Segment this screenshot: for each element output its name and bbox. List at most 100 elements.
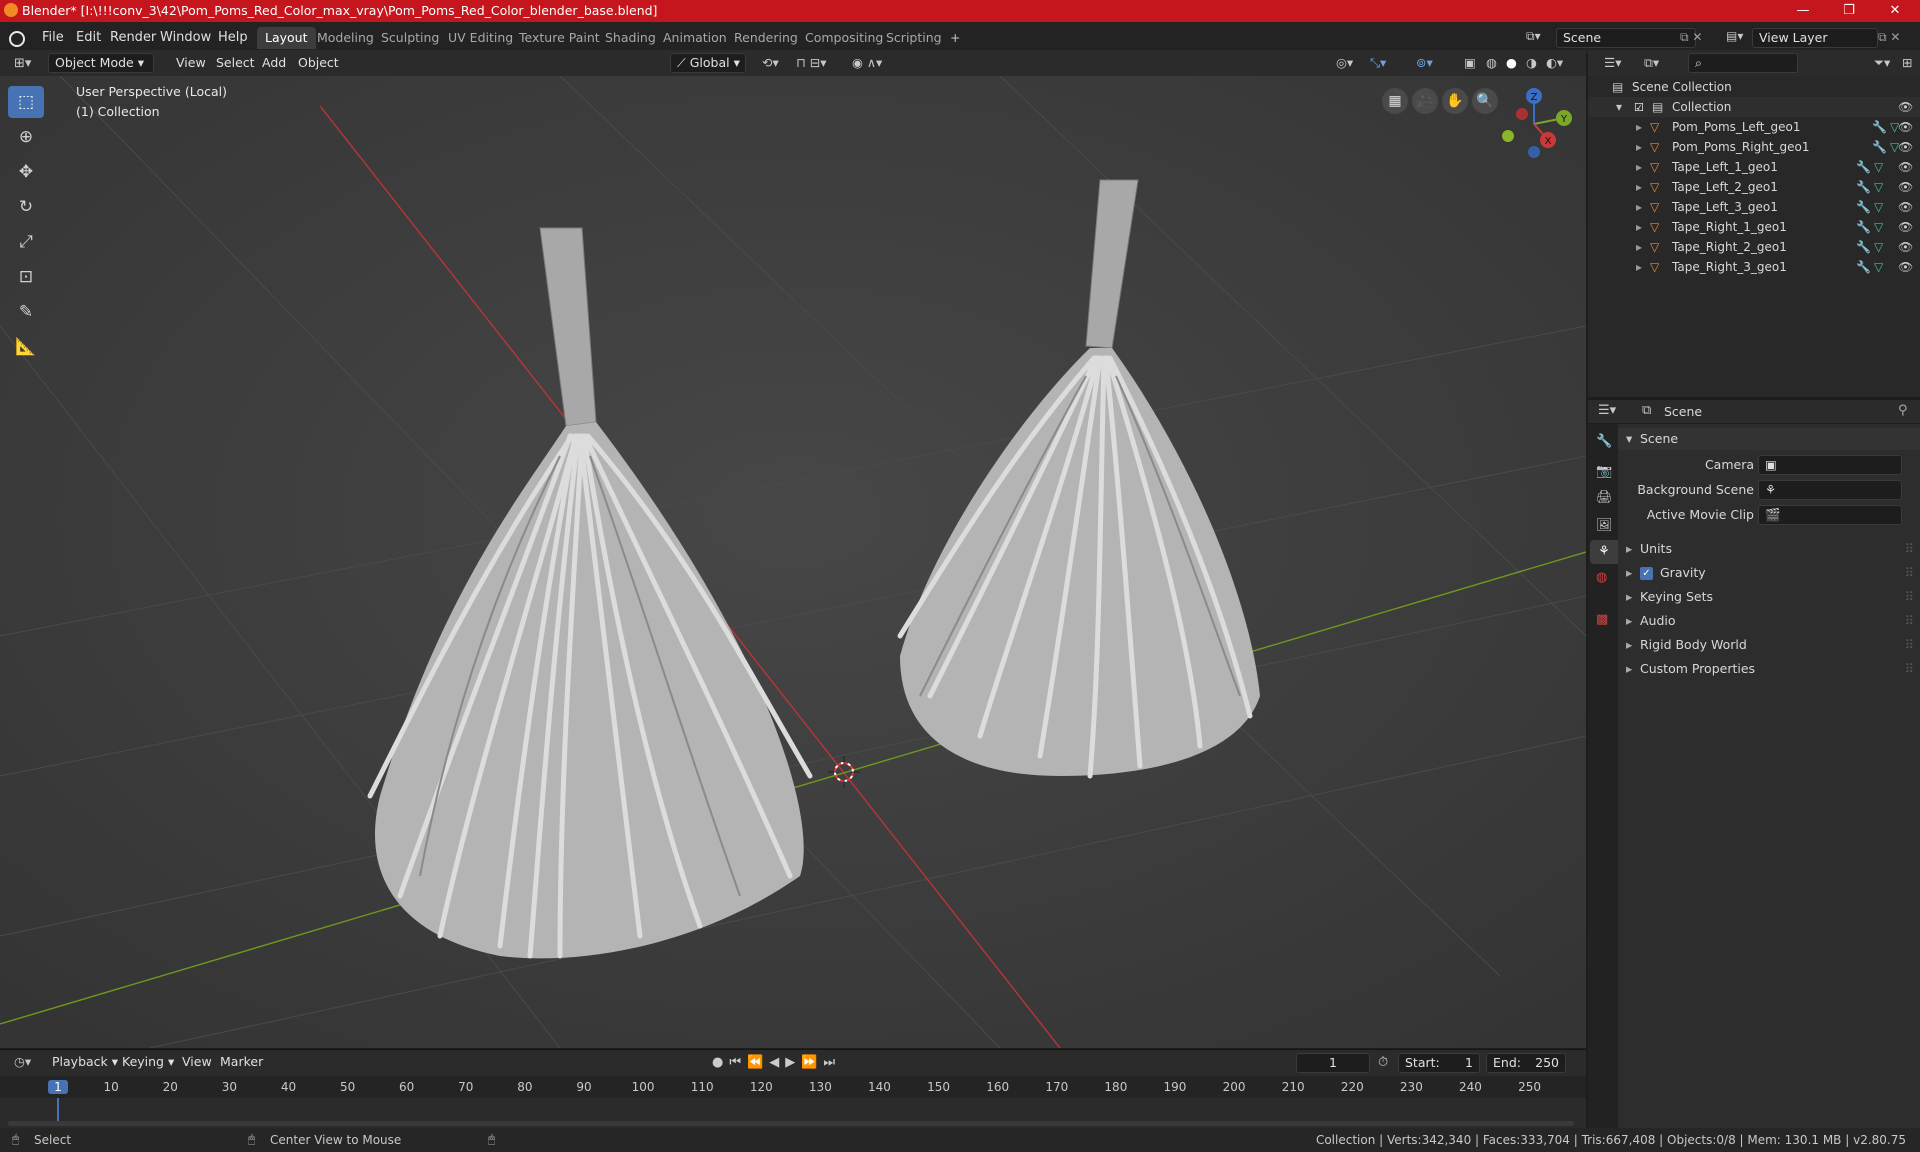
- object-visibility-icon[interactable]: 👁: [1898, 157, 1913, 177]
- modifier-icon[interactable]: 🔧: [1856, 177, 1871, 197]
- modifier-icon[interactable]: 🔧: [1856, 217, 1871, 237]
- scene-name-field[interactable]: Scene: [1556, 28, 1696, 48]
- expand-arrow-icon[interactable]: ▸: [1636, 257, 1642, 277]
- mesh-data-icon[interactable]: ▽: [1874, 157, 1883, 177]
- expand-arrow-icon[interactable]: ▸: [1636, 237, 1642, 257]
- xray-icon[interactable]: ▣: [1458, 53, 1482, 73]
- rotate-tool-icon[interactable]: ↻: [8, 191, 44, 223]
- timeline-editor-type-icon[interactable]: ◷▾: [8, 1052, 37, 1072]
- outliner-row-object[interactable]: ▸ ▽ Tape_Left_2_geo1 🔧 ▽ 👁: [1588, 177, 1920, 197]
- property-value-field[interactable]: ⚘: [1758, 480, 1902, 500]
- modifier-icon[interactable]: 🔧: [1872, 117, 1887, 137]
- timeline-menu-marker[interactable]: Marker: [214, 1052, 269, 1072]
- scene-panel-header[interactable]: ▾ Scene: [1618, 428, 1920, 450]
- viewport-menu-select[interactable]: Select: [210, 53, 261, 73]
- properties-editor-type-icon[interactable]: ☰▾: [1598, 403, 1616, 418]
- object-visibility-icon[interactable]: 👁: [1898, 257, 1913, 277]
- view-layer-props-tab-icon[interactable]: 🖼: [1596, 518, 1613, 533]
- expand-arrow-icon[interactable]: ▸: [1636, 177, 1642, 197]
- expand-arrow-icon[interactable]: ▸: [1636, 117, 1642, 137]
- minimize-button[interactable]: —: [1780, 0, 1826, 22]
- view-layer-icon[interactable]: ▤▾: [1726, 29, 1743, 43]
- texture-props-tab-icon[interactable]: ▩: [1596, 612, 1608, 627]
- tab-modeling[interactable]: Modeling: [309, 27, 382, 49]
- outliner-row-object[interactable]: ▸ ▽ Tape_Right_2_geo1 🔧 ▽ 👁: [1588, 237, 1920, 257]
- end-frame-field[interactable]: End: 250: [1486, 1053, 1566, 1073]
- current-frame-field[interactable]: 1: [1296, 1053, 1370, 1073]
- outliner-search-input[interactable]: ⌕: [1688, 53, 1798, 73]
- outliner-row-object[interactable]: ▸ ▽ Tape_Left_3_geo1 🔧 ▽ 👁: [1588, 197, 1920, 217]
- viewport-menu-add[interactable]: Add: [256, 53, 292, 73]
- view-layer-field[interactable]: View Layer: [1752, 28, 1878, 48]
- property-value-field[interactable]: ▣: [1758, 455, 1902, 475]
- object-visibility-icon[interactable]: 👁: [1898, 137, 1913, 157]
- new-collection-icon[interactable]: ⊞: [1896, 53, 1918, 73]
- measure-tool-icon[interactable]: 📐: [8, 331, 44, 363]
- drag-handle-icon[interactable]: ⠿: [1905, 610, 1914, 632]
- mode-dropdown[interactable]: Object Mode ▾: [48, 53, 154, 73]
- timeline-menu-view[interactable]: View: [176, 1052, 218, 1072]
- collection-checkbox[interactable]: ☑: [1634, 98, 1644, 118]
- display-mode-icon[interactable]: ⧉▾: [1638, 53, 1665, 73]
- tab-layout[interactable]: Layout: [257, 27, 316, 49]
- drag-handle-icon[interactable]: ⠿: [1905, 634, 1914, 656]
- transform-tool-icon[interactable]: ⊡: [8, 261, 44, 293]
- outliner-row-object[interactable]: ▸ ▽ Pom_Poms_Right_geo1 🔧 ▽ 👁: [1588, 137, 1920, 157]
- expand-arrow-icon[interactable]: ▸: [1636, 217, 1642, 237]
- filter-icon[interactable]: ⏷▾: [1868, 53, 1896, 73]
- pan-view-icon[interactable]: ✋: [1442, 88, 1468, 114]
- timeline-menu-playback[interactable]: Playback ▾: [46, 1052, 124, 1072]
- camera-view-icon[interactable]: 🎥: [1412, 88, 1438, 114]
- gravity-checkbox[interactable]: ✓: [1640, 567, 1653, 580]
- jump-end-icon[interactable]: ⏭: [823, 1055, 841, 1070]
- drag-handle-icon[interactable]: ⠿: [1905, 586, 1914, 608]
- modifier-icon[interactable]: 🔧: [1856, 197, 1871, 217]
- pin-icon[interactable]: ⚲: [1898, 403, 1908, 418]
- expand-arrow-icon[interactable]: ▸: [1636, 197, 1642, 217]
- jump-start-icon[interactable]: ⏮: [729, 1055, 747, 1070]
- close-button[interactable]: ✕: [1872, 0, 1918, 22]
- ortho-toggle-icon[interactable]: ▦: [1382, 88, 1408, 114]
- expand-arrow-icon[interactable]: ▸: [1636, 157, 1642, 177]
- proportional-edit-icon[interactable]: ◉ ∧▾: [846, 53, 888, 73]
- section-header[interactable]: ▸ Units ⠿: [1618, 538, 1920, 560]
- menu-window[interactable]: Window: [154, 28, 217, 48]
- tab-shading[interactable]: Shading: [597, 27, 664, 49]
- prev-keyframe-icon[interactable]: ⏪: [747, 1055, 769, 1070]
- menu-help[interactable]: Help: [212, 28, 254, 48]
- scene-props-tab-icon[interactable]: ⚘: [1590, 540, 1618, 564]
- timeline-menu-keying[interactable]: Keying ▾: [116, 1052, 180, 1072]
- visibility-icon[interactable]: ◎▾: [1330, 53, 1359, 73]
- object-visibility-icon[interactable]: 👁: [1898, 197, 1913, 217]
- modifier-icon[interactable]: 🔧: [1856, 157, 1871, 177]
- gizmo-toggle-icon[interactable]: ⤡▾: [1364, 53, 1392, 73]
- tab-texture-paint[interactable]: Texture Paint: [511, 27, 608, 49]
- editor-type-icon[interactable]: ⊞▾: [8, 53, 37, 73]
- pivot-icon[interactable]: ⟲▾: [756, 53, 785, 73]
- viewport-menu-object[interactable]: Object: [292, 53, 345, 73]
- snap-icon[interactable]: ⊓ ⊟▾: [790, 53, 832, 73]
- object-visibility-icon[interactable]: 👁: [1898, 117, 1913, 137]
- play-reverse-icon[interactable]: ◀: [769, 1055, 785, 1070]
- render-props-tab-icon[interactable]: 📷: [1596, 464, 1612, 479]
- transform-orientation-dropdown[interactable]: ⟋ Global ▾: [670, 53, 746, 73]
- outliner-row-object[interactable]: ▸ ▽ Tape_Right_1_geo1 🔧 ▽ 👁: [1588, 217, 1920, 237]
- scale-tool-icon[interactable]: ⤢: [8, 226, 44, 258]
- tab-uv-editing[interactable]: UV Editing: [440, 27, 521, 49]
- add-workspace-button[interactable]: +: [942, 27, 968, 49]
- modifier-icon[interactable]: 🔧: [1872, 137, 1887, 157]
- tab-sculpting[interactable]: Sculpting: [373, 27, 447, 49]
- object-visibility-icon[interactable]: 👁: [1898, 177, 1913, 197]
- rendered-shading-icon[interactable]: ◐▾: [1540, 53, 1569, 73]
- section-header[interactable]: ▸ Custom Properties ⠿: [1618, 658, 1920, 680]
- move-tool-icon[interactable]: ✥: [8, 156, 44, 188]
- drag-handle-icon[interactable]: ⠿: [1905, 658, 1914, 680]
- tool-props-tab-icon[interactable]: 🔧: [1596, 434, 1612, 449]
- maximize-button[interactable]: ❐: [1826, 0, 1872, 22]
- tab-rendering[interactable]: Rendering: [726, 27, 806, 49]
- blender-menu-icon[interactable]: [9, 31, 25, 47]
- outliner-editor-type-icon[interactable]: ☰▾: [1598, 53, 1627, 73]
- view-layer-copy-icon[interactable]: ⧉ ✕: [1878, 30, 1900, 45]
- mesh-data-icon[interactable]: ▽: [1874, 197, 1883, 217]
- expand-arrow-icon[interactable]: ▸: [1636, 137, 1642, 157]
